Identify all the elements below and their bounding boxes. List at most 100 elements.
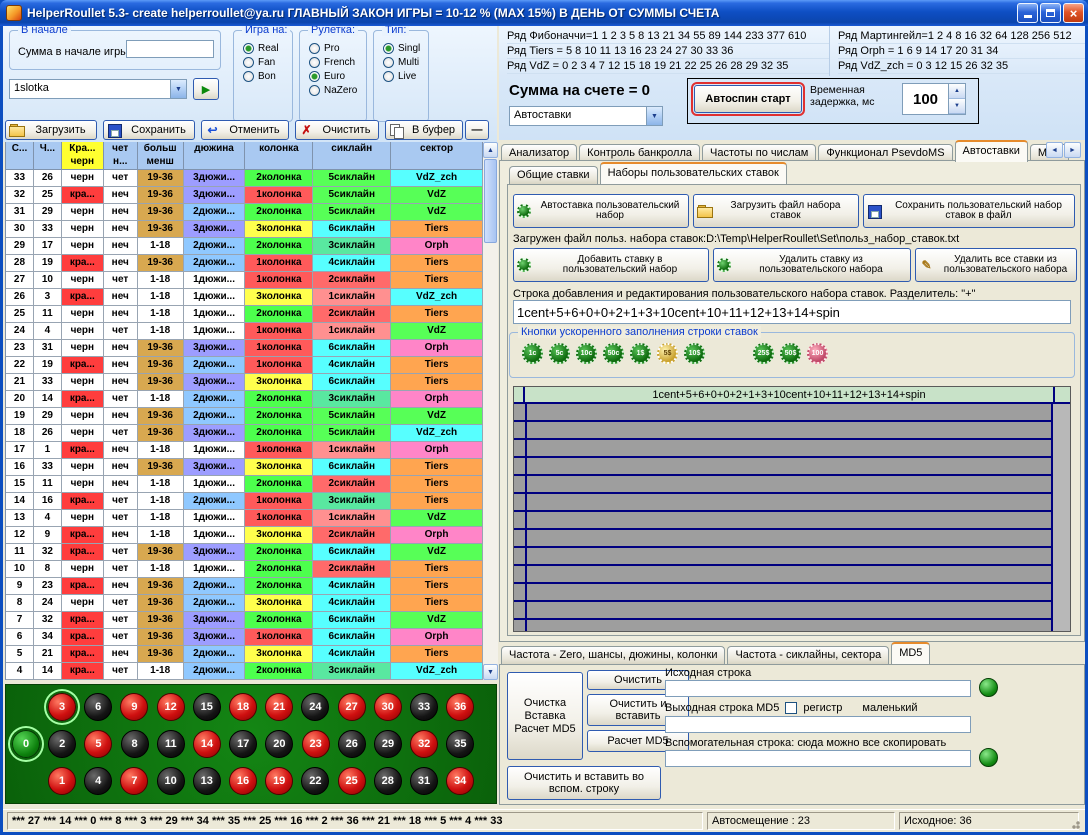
table-row[interactable]: 2511черннеч1-181дюжи...2колонка2сиклайнT… [6,306,483,323]
roulette-number-27[interactable]: 27 [338,693,366,721]
roulette-number-5[interactable]: 5 [84,730,112,758]
start-sum-input[interactable] [126,40,214,58]
md5-helper-chip-button[interactable] [979,748,998,767]
table-row[interactable]: 2331черннеч19-363дюжи...1колонка6сиклайн… [6,340,483,357]
md5-output-input[interactable] [665,716,971,733]
tab-наборы-пользовательских-ставок[interactable]: Наборы пользовательских ставок [600,162,787,184]
bet-list-row[interactable] [514,530,1070,548]
dropdown-arrow-icon[interactable]: ▼ [170,80,186,98]
table-row[interactable]: 732кра...чет19-363дюжи...2колонка6сиклай… [6,612,483,629]
table-row[interactable]: 1826чернчет19-363дюжи...2колонка5сиклайн… [6,425,483,442]
chip-button-50$[interactable]: 50$ [780,343,801,364]
chip-button-25$[interactable]: 25$ [753,343,774,364]
scroll-up-button[interactable]: ▲ [483,142,498,158]
roulette-number-15[interactable]: 15 [193,693,221,721]
autobet-user-set-button[interactable]: Автоставка пользовательский набор [513,194,689,228]
roulette-number-13[interactable]: 13 [193,767,221,795]
md5-helper-input[interactable] [665,750,971,767]
radio-french[interactable]: French [302,55,364,69]
table-row[interactable]: 634кра...чет19-363дюжи...1колонка6сиклай… [6,629,483,646]
table-row[interactable]: 1416кра...чет1-182дюжи...1колонка3сиклай… [6,493,483,510]
roulette-number-21[interactable]: 21 [265,693,293,721]
roulette-number-20[interactable]: 20 [265,730,293,758]
table-row[interactable]: 1633черннеч19-363дюжи...3колонка6сиклайн… [6,459,483,476]
roulette-number-17[interactable]: 17 [229,730,257,758]
table-row[interactable]: 1929черннеч19-362дюжи...2колонка5сиклайн… [6,408,483,425]
roulette-number-36[interactable]: 36 [446,693,474,721]
bet-list-scroll-strip[interactable] [1053,404,1070,631]
radio-fan[interactable]: Fan [236,55,290,69]
close-button[interactable]: × [1063,3,1084,23]
load-button[interactable]: Загрузить [5,120,97,140]
md5-source-input[interactable] [665,680,971,697]
bet-list-row[interactable] [514,458,1070,476]
table-row[interactable]: 2710чернчет1-181дюжи...1колонка2сиклайнT… [6,272,483,289]
roulette-number-18[interactable]: 18 [229,693,257,721]
roulette-number-16[interactable]: 16 [229,767,257,795]
radio-multi[interactable]: Multi [376,55,426,69]
table-row[interactable]: 2917черннеч1-182дюжи...2колонка3сиклайнO… [6,238,483,255]
save-button[interactable]: Сохранить [103,120,195,140]
roulette-number-11[interactable]: 11 [157,730,185,758]
bet-list-row[interactable] [514,440,1070,458]
chip-button-10c[interactable]: 10c [576,343,597,364]
roulette-number-14[interactable]: 14 [193,730,221,758]
roulette-number-26[interactable]: 26 [338,730,366,758]
table-row[interactable]: 1132кра...чет19-363дюжи...2колонка6сикла… [6,544,483,561]
roulette-number-9[interactable]: 9 [120,693,148,721]
bet-list-row[interactable] [514,476,1070,494]
radio-live[interactable]: Live [376,69,426,83]
chip-button-1c[interactable]: 1c [522,343,543,364]
roulette-number-1[interactable]: 1 [48,767,76,795]
remove-bet-button[interactable]: Удалить ставку из пользовательского набо… [713,248,911,282]
bet-string-input[interactable] [513,300,1071,324]
slot-combo[interactable]: 1slotka ▼ [9,79,187,99]
roulette-number-6[interactable]: 6 [84,693,112,721]
tab-md5[interactable]: MD5 [891,642,930,664]
roulette-number-10[interactable]: 10 [157,767,185,795]
clear-button[interactable]: Очистить [295,120,379,140]
table-row[interactable]: 134чернчет1-181дюжи...1колонка1сиклайнVd… [6,510,483,527]
remove-all-bets-button[interactable]: Удалить все ставки из пользовательского … [915,248,1077,282]
spinner-down-icon[interactable]: ▼ [949,99,965,114]
autospin-start-button[interactable]: Автоспин старт [694,85,802,113]
roulette-number-30[interactable]: 30 [374,693,402,721]
save-bet-set-file-button[interactable]: Сохранить пользовательский набор ставок … [863,194,1075,228]
md5-big-button[interactable]: Очистка Вставка Расчет MD5 [507,672,583,760]
roulette-number-31[interactable]: 31 [410,767,438,795]
table-row[interactable]: 3326чернчет19-363дюжи...2колонка5сиклайн… [6,170,483,187]
bet-list-row[interactable] [514,494,1070,512]
copy-to-buffer-button[interactable]: В буфер [385,120,463,140]
chip-button-1$[interactable]: 1$ [630,343,651,364]
bet-list-row[interactable] [514,512,1070,530]
undo-button[interactable]: Отменить [201,120,289,140]
radio-euro[interactable]: Euro [302,69,364,83]
bet-list-row[interactable] [514,602,1070,620]
table-row[interactable]: 521кра...неч19-362дюжи...3колонка4сиклай… [6,646,483,663]
roulette-number-34[interactable]: 34 [446,767,474,795]
table-row[interactable]: 244чернчет1-181дюжи...1колонка1сиклайнVd… [6,323,483,340]
radio-bon[interactable]: Bon [236,69,290,83]
collapse-button[interactable]: — [465,120,489,140]
chip-button-5c[interactable]: 5c [549,343,570,364]
table-row[interactable]: 129кра...неч1-181дюжи...3колонка2сиклайн… [6,527,483,544]
table-row[interactable]: 108чернчет1-181дюжи...2колонка2сиклайнTi… [6,561,483,578]
add-bet-button[interactable]: Добавить ставку в пользовательский набор [513,248,709,282]
roulette-number-7[interactable]: 7 [120,767,148,795]
table-row[interactable]: 2014кра...чет1-182дюжи...2колонка3сиклай… [6,391,483,408]
roulette-number-2[interactable]: 2 [48,730,76,758]
chip-button-5$[interactable]: 5$ [657,343,678,364]
roulette-number-4[interactable]: 4 [84,767,112,795]
roulette-number-3[interactable]: 3 [48,693,76,721]
roulette-number-33[interactable]: 33 [410,693,438,721]
table-scrollbar[interactable]: ▲ ▼ [483,142,498,680]
roulette-number-29[interactable]: 29 [374,730,402,758]
md5-source-chip-button[interactable] [979,678,998,697]
table-row[interactable]: 263кра...неч1-181дюжи...3колонка1сиклайн… [6,289,483,306]
bet-list-row[interactable] [514,566,1070,584]
roulette-number-12[interactable]: 12 [157,693,185,721]
tab-автоставки[interactable]: Автоставки [955,140,1028,162]
tab-scroll-left-button[interactable]: ◄ [1046,142,1063,158]
load-bet-set-file-button[interactable]: Загрузить файл набора ставок [693,194,859,228]
spinner-up-icon[interactable]: ▲ [949,84,965,99]
